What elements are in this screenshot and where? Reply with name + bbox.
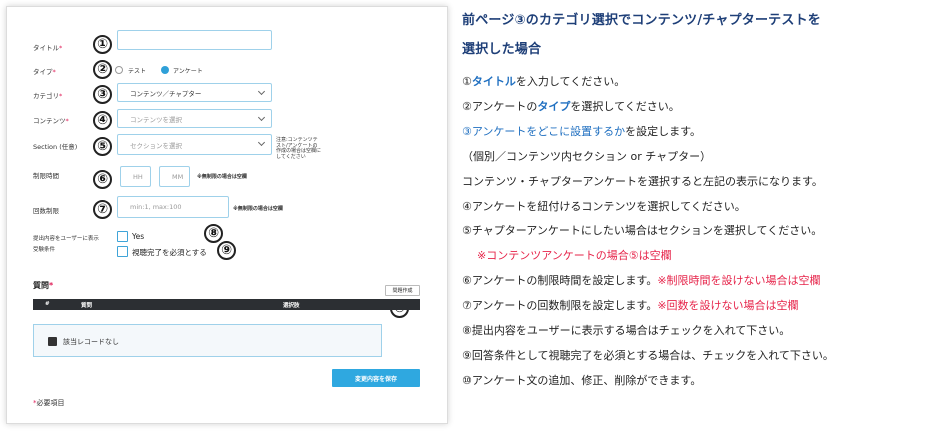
time-note: ※無制限の場合は空欄 <box>197 174 247 180</box>
watch-complete-checkbox[interactable] <box>117 246 128 257</box>
content-label: コンテンツ* <box>33 117 69 125</box>
section-select[interactable]: セクションを選択 <box>117 134 272 155</box>
marker-4: ④ <box>93 111 112 130</box>
instruction-1: ①タイトルを入力してください。 <box>462 75 626 88</box>
section-note: 注意:コンテンツテ スト/アンケートの 作成の場合は空欄に してください <box>276 137 322 160</box>
marker-5: ⑤ <box>93 137 112 156</box>
create-question-button[interactable]: 問題作成 <box>385 285 420 296</box>
time-limit-label: 制限時間 <box>33 172 59 180</box>
show-result-checkbox[interactable] <box>117 231 128 242</box>
type-option-survey: アンケート <box>173 68 203 75</box>
time-hh-input[interactable]: HH <box>120 166 151 187</box>
instructions-title-line1: 前ページ③のカテゴリ選択でコンテンツ/チャプターテストを <box>462 13 821 28</box>
instruction-12: ⑨回答条件として視聴完了を必須とする場合は、チェックを入れて下さい。 <box>462 349 834 362</box>
section-select-placeholder: セクションを選択 <box>130 141 182 150</box>
instruction-9: ⑥アンケートの制限時間を設定します。※制限時間を設けない場合は空欄 <box>462 274 821 287</box>
marker-2: ② <box>93 60 112 79</box>
instruction-5: コンテンツ・チャプターアンケートを選択すると左記の表示になります。 <box>462 175 823 188</box>
marker-9: ⑨ <box>217 241 236 260</box>
survey-form-panel: タイトル* ① タイプ* ② テスト アンケート カテゴリ* ③ コンテンツ／チ… <box>6 6 448 424</box>
instruction-10: ⑦アンケートの回数制限を設定します。※回数を設けない場合は空欄 <box>462 299 799 312</box>
chevron-down-icon <box>257 113 266 122</box>
type-radio-survey[interactable] <box>161 66 169 74</box>
title-label: タイトル* <box>33 44 63 52</box>
count-limit-label: 回数制限 <box>33 207 59 215</box>
save-changes-button[interactable]: 変更内容を保存 <box>332 369 420 387</box>
instructions-title-line2: 選択した場合 <box>462 42 542 57</box>
watch-complete-option: 視聴完了を必須とする <box>132 248 207 257</box>
empty-records-box: 該当レコードなし <box>33 324 382 357</box>
category-select[interactable]: コンテンツ／チャプター <box>117 83 272 102</box>
marker-6: ⑥ <box>93 170 112 189</box>
marker-8: ⑧ <box>204 224 223 243</box>
instruction-11: ⑧提出内容をユーザーに表示する場合はチェックを入れて下さい。 <box>462 324 791 337</box>
instruction-2: ②アンケートのタイプを選択してください。 <box>462 100 680 113</box>
category-label: カテゴリ* <box>33 92 63 100</box>
type-label: タイプ* <box>33 68 56 76</box>
instruction-4: （個別／コンテンツ内セクション or チャプター） <box>462 150 712 163</box>
questions-table-header: # 質問 選択肢 <box>33 299 420 310</box>
type-radio-test[interactable] <box>115 66 123 74</box>
instruction-7: ⑤チャプターアンケートにしたい場合はセクションを選択してください。 <box>462 224 823 237</box>
section-label: Section (任意) <box>33 143 78 151</box>
show-result-option: Yes <box>132 232 145 241</box>
col-choices: 選択肢 <box>283 303 300 309</box>
time-mm-input[interactable]: MM <box>159 166 190 187</box>
type-option-test: テスト <box>128 68 147 75</box>
empty-records-text: 該当レコードなし <box>63 338 119 346</box>
count-limit-input[interactable]: min:1, max:100 <box>117 196 229 218</box>
chevron-down-icon <box>257 87 266 96</box>
instruction-8-warning: ※コンテンツアンケートの場合⑤は空欄 <box>477 249 672 262</box>
instruction-13: ⑩アンケート文の追加、修正、削除ができます。 <box>462 374 702 387</box>
required-note: *必要項目 <box>33 399 65 407</box>
col-number: # <box>45 301 50 307</box>
questions-label: 質問* <box>33 281 54 290</box>
chevron-down-icon <box>257 138 266 147</box>
title-input[interactable] <box>117 30 272 50</box>
category-select-value: コンテンツ／チャプター <box>130 89 202 98</box>
condition-label: 受験条件 <box>33 247 56 253</box>
content-select[interactable]: コンテンツを選択 <box>117 109 272 128</box>
count-note: ※無制限の場合は空欄 <box>233 206 283 212</box>
col-question: 質問 <box>81 303 93 309</box>
marker-3: ③ <box>93 85 112 104</box>
instruction-3: ③アンケートをどこに設置するかを設定します。 <box>462 125 701 138</box>
show-result-label: 提出内容をユーザーに表示 <box>33 236 99 242</box>
marker-1: ① <box>93 35 112 54</box>
content-select-placeholder: コンテンツを選択 <box>130 115 182 124</box>
instruction-6: ④アンケートを紐付けるコンテンツを選択してください。 <box>462 200 746 213</box>
marker-7: ⑦ <box>93 200 112 219</box>
note-icon <box>48 337 57 346</box>
